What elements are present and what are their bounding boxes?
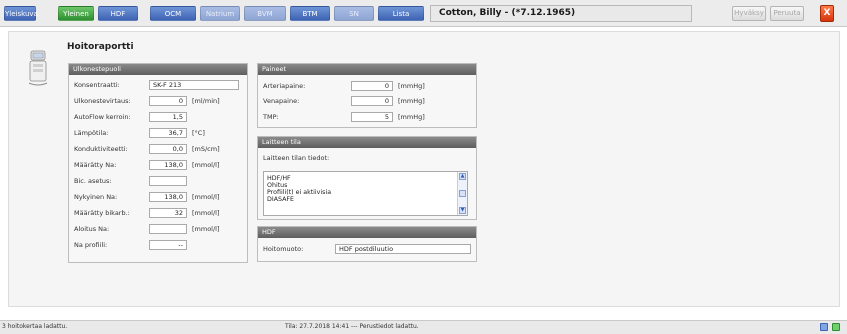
tmp-label: TMP: [263,113,279,121]
scroll-thumb[interactable] [459,190,466,197]
na-profile-field[interactable]: -- [149,240,187,250]
device-state-scrollbar[interactable]: ▲ ▼ [457,172,467,215]
page-title: Hoitoraportti [67,42,134,52]
pressure-panel: Paineet Arteriapaine: 0 [mmHg] Venapaine… [257,63,477,128]
top-toolbar: Yleiskuva Yleinen HDF OCM Natrium BVM BT… [0,0,847,27]
current-na-label: Nykyinen Na: [74,193,118,201]
conductivity-field[interactable]: 0,0 [149,144,187,154]
tab-hdf[interactable]: HDF [98,6,138,21]
dialysate-panel-header: Ulkonestepuoli [69,64,247,75]
treatment-mode-field[interactable]: HDF postdiluutio [335,244,471,254]
bic-setting-label: Bic. asetus: [74,177,112,185]
temperature-label: Lämpötila: [74,129,109,137]
venous-pressure-field[interactable]: 0 [351,96,393,106]
start-na-label: Aloitus Na: [74,225,110,233]
status-left-text: 3 hoitokertaa ladattu. [2,323,68,330]
dialysate-flow-field[interactable]: 0 [149,96,187,106]
tab-yleiskuva[interactable]: Yleiskuva [4,6,38,21]
dialysate-flow-unit: [ml/min] [192,97,220,105]
device-state-line: Ohitus [267,182,288,189]
venous-pressure-unit: [mmHg] [398,97,425,105]
device-state-textarea[interactable]: HDF/HF Ohitus Profiili(t) ei aktiivisia … [263,171,468,216]
tab-natrium[interactable]: Natrium [200,6,240,21]
arterial-pressure-unit: [mmHg] [398,82,425,90]
device-state-line: HDF/HF [267,175,291,182]
concentrate-field[interactable]: SK-F 213 [149,80,239,90]
arterial-pressure-label: Arteriapaine: [263,82,306,90]
device-state-panel: Laitteen tila Laitteen tilan tiedot: HDF… [257,136,477,220]
start-na-unit: [mmol/l] [192,225,220,233]
temperature-field[interactable]: 36,7 [149,128,187,138]
device-state-line: Profiili(t) ei aktiivisia [267,189,332,196]
prescribed-bicarb-field[interactable]: 32 [149,208,187,218]
patient-name: Cotton, Billy - (*7.12.1965) [430,5,692,22]
tab-btm[interactable]: BTM [290,6,330,21]
venous-pressure-label: Venapaine: [263,97,300,105]
close-button[interactable]: X [820,5,834,22]
device-state-line: DIASAFE [267,196,295,203]
confirm-button-alt[interactable]: Hyväksy [732,6,766,21]
arterial-pressure-field[interactable]: 0 [351,81,393,91]
prescribed-na-unit: [mmol/l] [192,161,220,169]
tmp-unit: [mmHg] [398,113,425,121]
tab-bvm[interactable]: BVM [244,6,286,21]
prescribed-na-label: Määrätty Na: [74,161,117,169]
status-bar: 3 hoitokertaa ladattu. Tila: 27.7.2018 1… [0,320,847,334]
pressure-panel-header: Paineet [258,64,476,75]
temperature-unit: [°C] [192,129,205,137]
treatment-mode-label: Hoitomuoto: [263,245,304,253]
current-na-unit: [mmol/l] [192,193,220,201]
tab-ocm[interactable]: OCM [150,6,196,21]
conductivity-label: Konduktiviteetti: [74,145,128,153]
concentrate-label: Konsentraatti: [74,81,120,89]
tab-lista[interactable]: Lista [378,6,424,21]
prescribed-bicarb-label: Määrätty bikarb.: [74,209,130,217]
tab-yleinen[interactable]: Yleinen [58,6,94,21]
dialysate-panel: Ulkonestepuoli Konsentraatti: SK-F 213 U… [68,63,248,263]
start-na-field[interactable] [149,224,187,234]
prescribed-bicarb-unit: [mmol/l] [192,209,220,217]
hdf-panel-header: HDF [258,227,476,238]
scroll-up-icon[interactable]: ▲ [459,173,466,180]
connection-status-icon[interactable] [832,323,840,331]
network-icon[interactable] [820,323,828,331]
device-state-info-label: Laitteen tilan tiedot: [263,154,330,162]
dialysate-flow-label: Ulkonestevirtaus: [74,97,131,105]
device-state-panel-header: Laitteen tila [258,137,476,148]
prescribed-na-field[interactable]: 138,0 [149,160,187,170]
tab-sn[interactable]: SN [334,6,374,21]
current-na-field[interactable]: 138,0 [149,192,187,202]
tmp-field[interactable]: 5 [351,112,393,122]
main-content: Hoitoraportti Ulkonestepuoli Konsentraat… [8,31,840,307]
status-time-text: Tila: 27.7.2018 14:41 --- Perustiedot la… [285,323,419,330]
scroll-down-icon[interactable]: ▼ [459,207,466,214]
hdf-panel: HDF Hoitomuoto: HDF postdiluutio [257,226,477,262]
autoflow-label: AutoFlow kerroin: [74,113,131,121]
dialysis-machine-icon [28,50,48,86]
cancel-button[interactable]: Peruuta [770,6,804,21]
bic-setting-field[interactable] [149,176,187,186]
autoflow-field[interactable]: 1,5 [149,112,187,122]
na-profile-label: Na profiili: [74,241,108,249]
conductivity-unit: [mS/cm] [192,145,220,153]
